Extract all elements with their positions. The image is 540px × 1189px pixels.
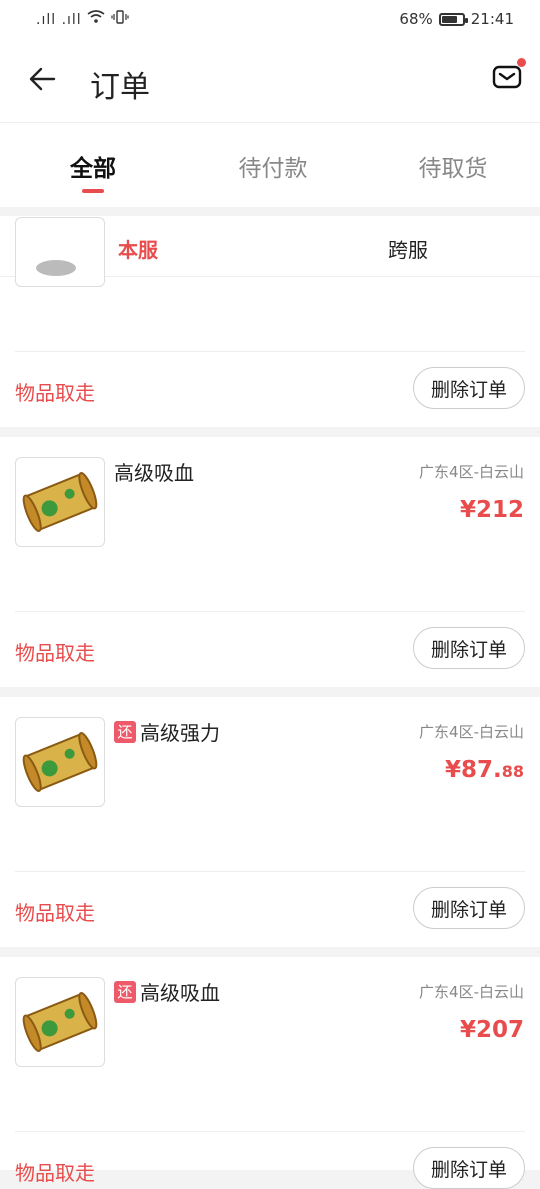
subtab-cross-server[interactable]: 跨服 <box>348 234 468 263</box>
order-card: 高级吸血 广东4区-白云山 ¥212 物品取走 删除订单 <box>0 437 540 687</box>
item-price: ¥207 <box>460 1017 524 1043</box>
active-tab-indicator <box>82 189 104 193</box>
page-title: 订单 <box>90 70 150 105</box>
server-name: 广东4区-白云山 <box>419 723 524 741</box>
item-thumbnail <box>15 977 105 1067</box>
mail-icon <box>492 65 522 89</box>
item-name: 还 高级吸血 <box>114 977 220 1006</box>
order-status: 物品取走 <box>15 641 95 665</box>
item-name-text: 高级吸血 <box>114 461 194 485</box>
item-name-text: 高级强力 <box>140 721 220 745</box>
delete-order-button[interactable]: 删除订单 <box>413 1147 525 1189</box>
item-price: ¥87.88 <box>445 757 524 783</box>
scroll-item-icon <box>22 472 98 532</box>
clock: 21:41 <box>470 10 514 28</box>
wifi-icon <box>87 10 110 28</box>
message-button[interactable] <box>492 58 526 94</box>
server-name: 广东4区-白云山 <box>419 463 524 481</box>
battery-percent: 68% <box>399 10 433 28</box>
card-divider <box>15 611 525 612</box>
delete-order-button[interactable]: 删除订单 <box>413 887 525 929</box>
signal-indicator: .ıll .ıll <box>36 10 129 28</box>
card-divider <box>15 871 525 872</box>
price-main: ¥87. <box>444 757 502 783</box>
arrow-left-icon <box>29 67 56 91</box>
vibrate-icon <box>111 10 129 28</box>
card-divider <box>15 351 525 352</box>
tab-all[interactable]: 全部 <box>33 149 153 183</box>
battery-fill <box>441 15 457 23</box>
item-thumbnail <box>15 457 105 547</box>
notification-dot <box>517 58 526 67</box>
item-name: 高级吸血 <box>114 457 194 486</box>
delete-order-button[interactable]: 删除订单 <box>413 627 525 669</box>
scroll-item-icon <box>22 732 98 792</box>
order-card: 还 高级强力 广东4区-白云山 ¥87.88 物品取走 删除订单 <box>0 697 540 947</box>
order-card: 还 高级吸血 广东4区-白云山 ¥207 物品取走 删除订单 <box>0 957 540 1189</box>
tab-pending-pickup[interactable]: 待取货 <box>393 149 513 183</box>
return-tag: 还 <box>114 720 136 743</box>
status-bar: .ıll .ıll 68% 21:41 <box>0 0 540 40</box>
status-right: 68% 21:41 <box>399 10 514 28</box>
item-thumbnail <box>15 217 105 287</box>
order-status: 物品取走 <box>15 901 95 925</box>
item-thumbnail <box>15 717 105 807</box>
server-name: 广东4区-白云山 <box>419 983 524 1001</box>
order-status: 物品取走 <box>15 1161 95 1185</box>
item-name: 还 高级强力 <box>114 717 220 746</box>
return-tag: 还 <box>114 980 136 1003</box>
price-cents: 88 <box>501 762 524 781</box>
item-price: ¥212 <box>460 497 524 523</box>
battery-icon <box>438 12 468 26</box>
signal-text: .ıll .ıll <box>36 12 82 28</box>
tab-pending-payment[interactable]: 待付款 <box>213 149 333 183</box>
item-name-text: 高级吸血 <box>140 981 220 1005</box>
price-main: ¥207 <box>459 1017 524 1043</box>
order-status: 物品取走 <box>15 381 95 405</box>
app-header: 订单 <box>0 40 540 122</box>
price-main: ¥212 <box>459 497 524 523</box>
back-button[interactable] <box>28 64 58 94</box>
card-divider <box>15 1131 525 1132</box>
order-card: 物品取走 删除订单 <box>0 217 540 427</box>
order-tabs: 全部 待付款 待取货 <box>0 122 540 207</box>
scroll-item-icon <box>22 992 98 1052</box>
delete-order-button[interactable]: 删除订单 <box>413 367 525 409</box>
